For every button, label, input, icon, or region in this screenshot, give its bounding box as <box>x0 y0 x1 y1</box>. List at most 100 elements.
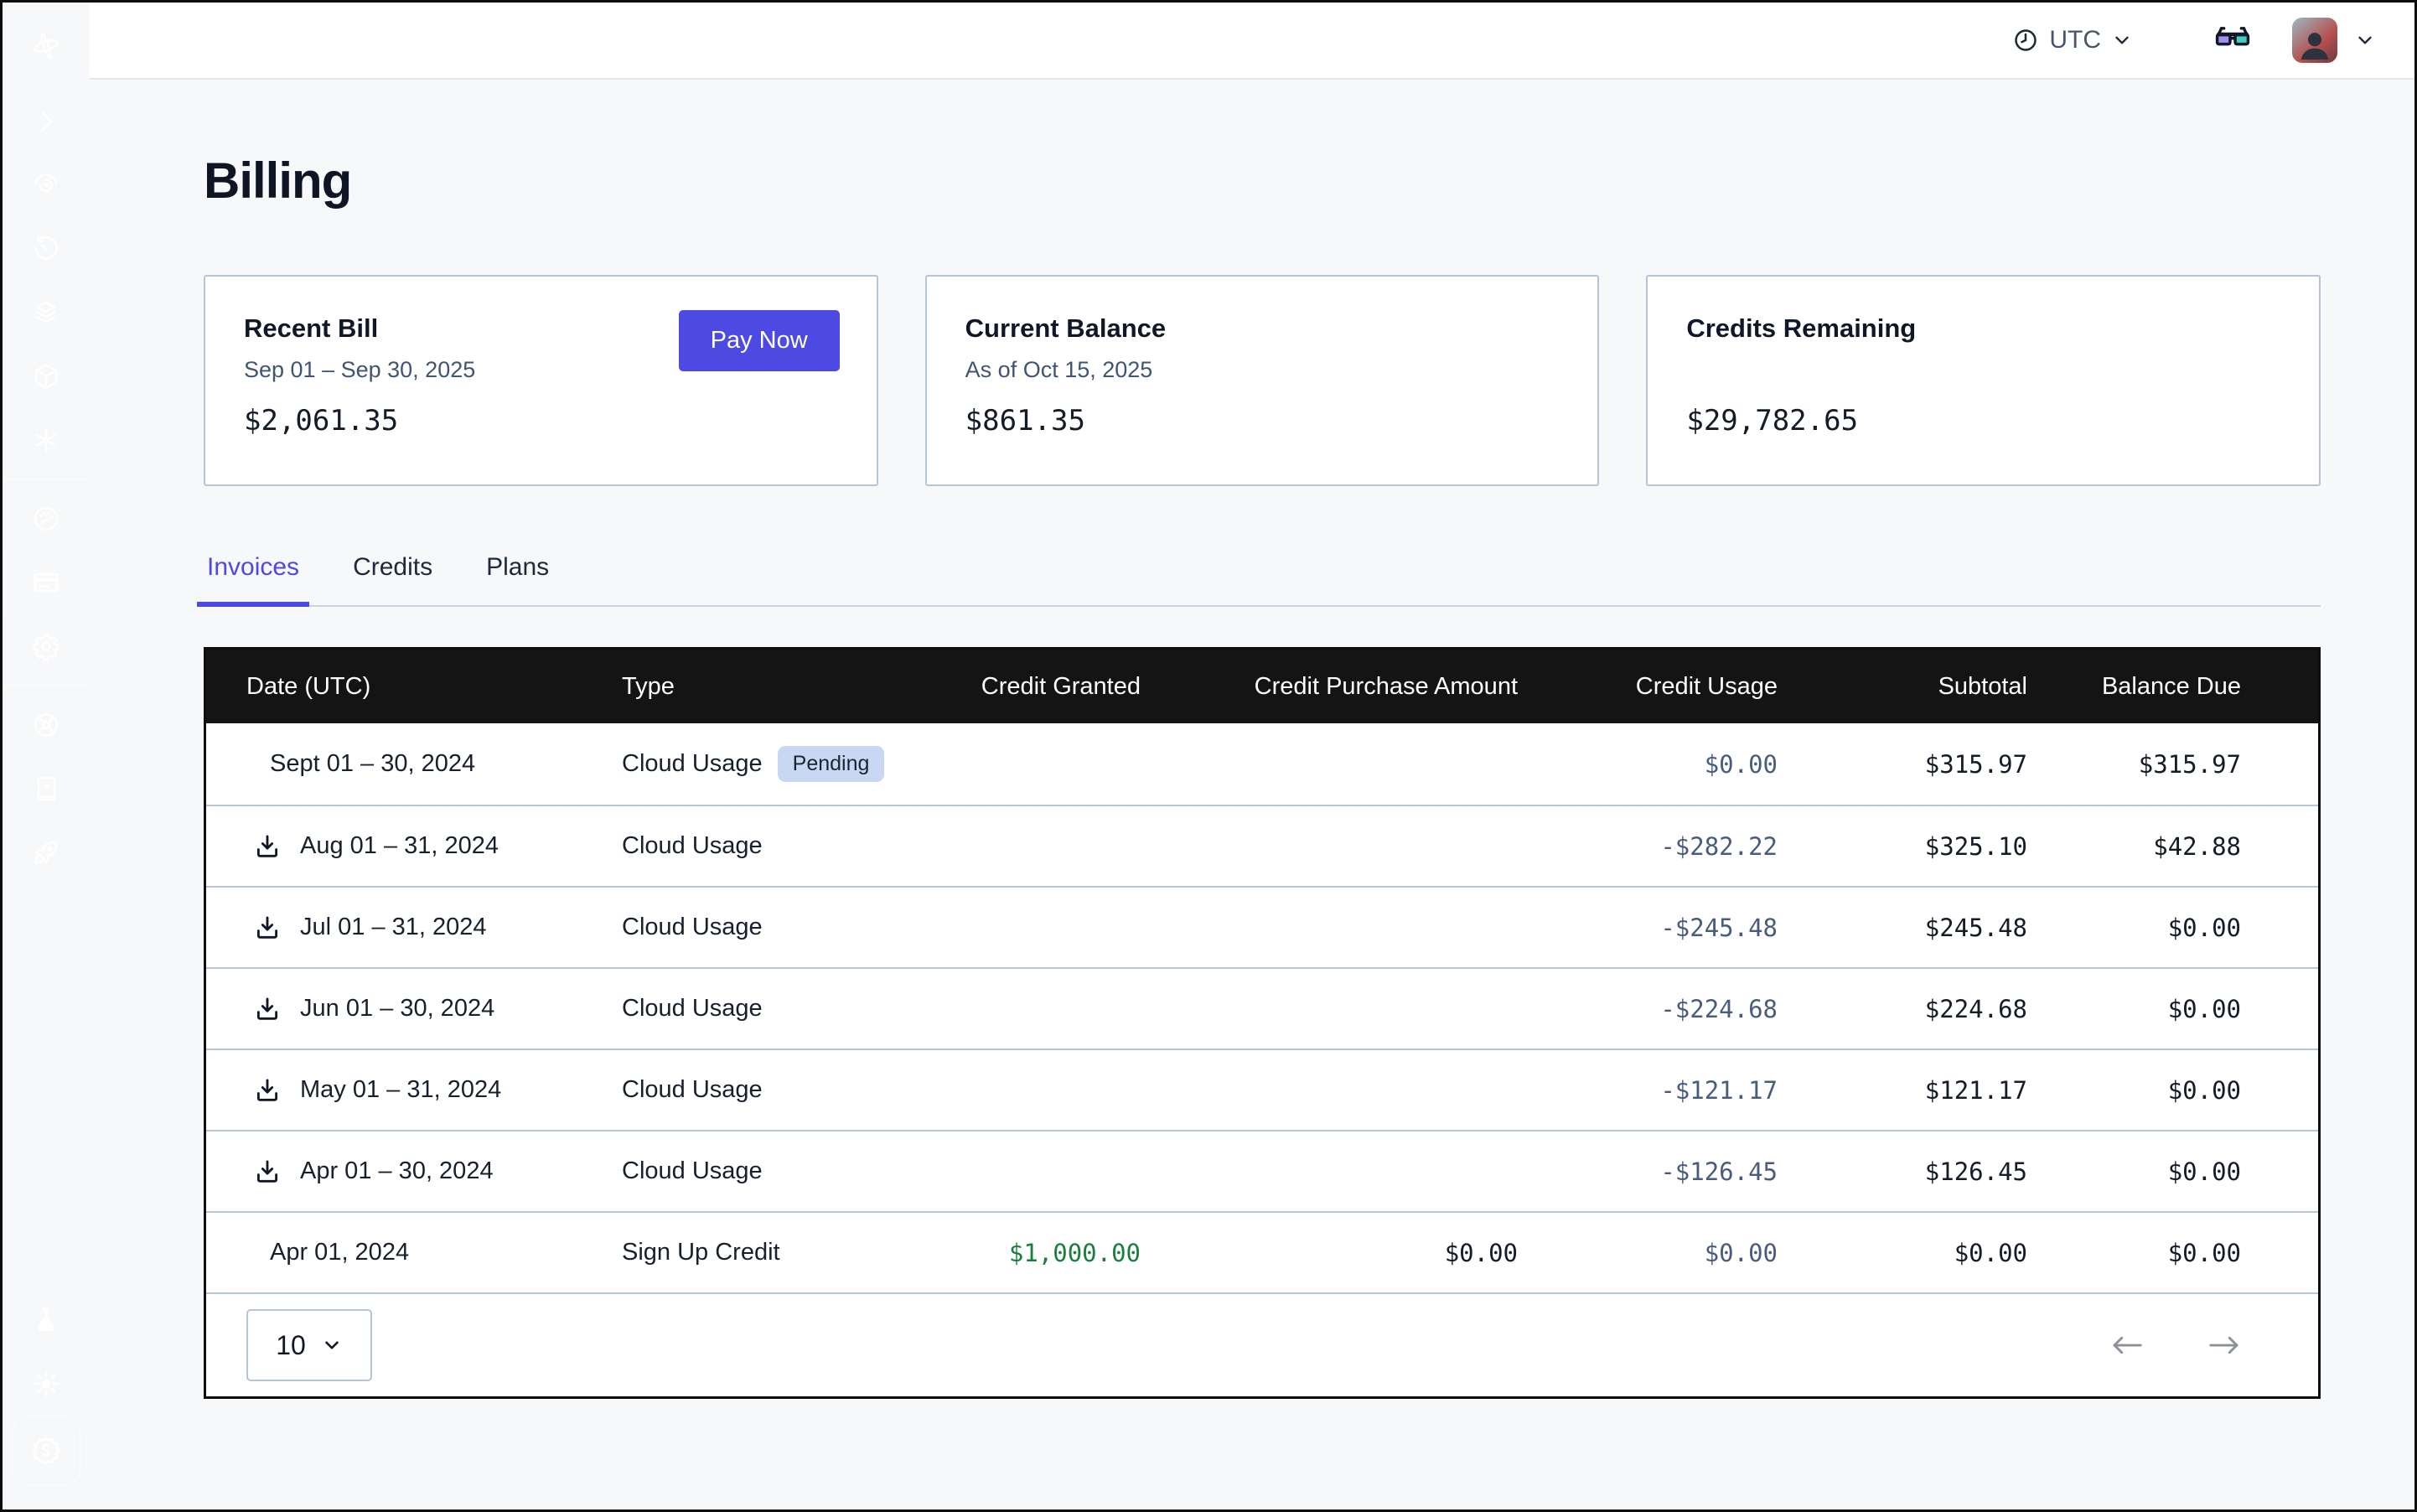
invoice-row: Jul 01 – 31, 2024Cloud Usage-$245.48$245… <box>206 886 2318 967</box>
invoice-type-cell: Cloud Usage <box>600 832 960 860</box>
invoice-type: Cloud Usage <box>622 750 763 778</box>
credit-purchase-value: $0.00 <box>1445 1239 1518 1267</box>
invoice-table: Date (UTC)TypeCredit GrantedCredit Purch… <box>204 647 2321 1399</box>
services-icon[interactable] <box>3 408 90 472</box>
invoice-row: Jun 01 – 30, 2024 Cloud Usage -$224.68 $224… <box>206 967 2318 1049</box>
current-balance-title: Current Balance <box>965 313 1560 344</box>
column-header: Balance Due <box>2027 673 2318 701</box>
labs-icon[interactable] <box>3 1288 90 1352</box>
credits-badge-button[interactable] <box>11 1416 81 1486</box>
recent-bill-amount: $2,061.35 <box>244 404 398 438</box>
invoice-row: Sept 01 – 30, 2024Cloud UsagePending$0.0… <box>206 723 2318 805</box>
packages-icon[interactable] <box>3 344 90 408</box>
credits-remaining-card: Credits Remaining $29,782.65 <box>1646 275 2321 486</box>
invoice-date: Jun 01 – 30, 2024 <box>300 995 494 1023</box>
summary-cards: Recent Bill Sep 01 – Sep 30, 2025 $2,061… <box>204 275 2321 486</box>
observe-icon[interactable] <box>3 153 90 217</box>
invoice-date-cell: Jul 01 – 31, 2024 <box>206 913 600 943</box>
credit-usage-value: $0.00 <box>1705 750 1778 779</box>
page-title: Billing <box>204 152 2321 210</box>
invoice-type-cell: Cloud Usage <box>600 995 960 1023</box>
tab-plans[interactable]: Plans <box>483 548 552 605</box>
invoice-date: Apr 01 – 30, 2024 <box>300 1157 494 1185</box>
download-invoice-button[interactable] <box>253 1075 283 1106</box>
credit-usage-value-cell: $0.00 <box>1518 1239 1778 1267</box>
column-header: Credit Purchase Amount <box>1141 673 1518 701</box>
previous-page-button[interactable] <box>2109 1333 2145 1358</box>
settings-icon[interactable] <box>3 614 90 678</box>
balance-due-value-cell: $0.00 <box>2027 1239 2318 1267</box>
balance-due-value-cell: $0.00 <box>2027 1157 2318 1186</box>
invoice-type-cell: Sign Up Credit <box>600 1239 960 1266</box>
invoice-row: Apr 01 – 30, 2024 Cloud Usage -$126.45 $126… <box>206 1130 2318 1211</box>
timezone-chevron-icon <box>2111 29 2133 51</box>
getting-started-icon[interactable] <box>3 821 90 884</box>
invoice-table-footer: 10 <box>206 1292 2318 1396</box>
credit-usage-value: -$224.68 <box>1660 995 1778 1023</box>
invoice-date-cell: Jun 01 – 30, 2024 <box>206 994 600 1024</box>
expand-sidebar-icon[interactable] <box>3 90 90 153</box>
invoice-date: Apr 01, 2024 <box>270 1239 409 1266</box>
usage-icon[interactable] <box>3 487 90 551</box>
subtotal-value-cell: $315.97 <box>1778 750 2027 779</box>
subtotal-value: $0.00 <box>1954 1239 2027 1267</box>
current-balance-as-of: As of Oct 15, 2025 <box>965 357 1560 383</box>
invoice-table-header: Date (UTC)TypeCredit GrantedCredit Purch… <box>206 650 2318 723</box>
credit-usage-value: -$121.17 <box>1660 1076 1778 1105</box>
invoice-type: Cloud Usage <box>622 995 763 1023</box>
credit-usage-value-cell: -$126.45 <box>1518 1157 1778 1186</box>
user-menu-button[interactable] <box>2354 29 2376 51</box>
history-icon[interactable] <box>3 217 90 281</box>
invoice-type-cell: Cloud Usage <box>600 1076 960 1104</box>
current-balance-card: Current Balance As of Oct 15, 2025 $861.… <box>925 275 1600 486</box>
billing-icon[interactable] <box>3 551 90 614</box>
subtotal-value: $325.10 <box>1925 832 2027 861</box>
invoice-row: May 01 – 31, 2024Cloud Usage-$121.17$121… <box>206 1049 2318 1130</box>
column-header: Type <box>600 673 960 701</box>
download-invoice-button[interactable] <box>253 831 283 862</box>
theme-toggle-icon[interactable] <box>3 1352 90 1416</box>
subtotal-value: $315.97 <box>1925 750 2027 779</box>
next-page-button[interactable] <box>2206 1333 2243 1358</box>
timezone-selector[interactable]: UTC <box>2012 26 2133 54</box>
download-invoice-button[interactable] <box>253 1157 283 1187</box>
topbar: UTC <box>90 3 2414 80</box>
pay-now-button[interactable]: Pay Now <box>679 310 840 371</box>
credit-usage-value-cell: -$224.68 <box>1518 995 1778 1023</box>
invoice-table-body: Sept 01 – 30, 2024Cloud UsagePending$0.0… <box>206 723 2318 1292</box>
invoice-type: Cloud Usage <box>622 1157 763 1185</box>
balance-due-value: $0.00 <box>2168 995 2241 1023</box>
tab-invoices[interactable]: Invoices <box>204 548 303 605</box>
clusters-icon[interactable] <box>3 281 90 344</box>
page-size-chevron-icon <box>321 1334 343 1356</box>
column-header: Credit Usage <box>1518 673 1778 701</box>
invoice-row: Aug 01 – 31, 2024Cloud Usage-$282.22$325… <box>206 805 2318 886</box>
timezone-label: UTC <box>2049 26 2101 54</box>
docs-icon[interactable] <box>3 757 90 821</box>
column-header: Subtotal <box>1778 673 2027 701</box>
support-icon[interactable] <box>3 693 90 757</box>
credit-usage-value-cell: -$245.48 <box>1518 914 1778 942</box>
tab-credits[interactable]: Credits <box>349 548 436 605</box>
recent-bill-card: Recent Bill Sep 01 – Sep 30, 2025 $2,061… <box>204 275 878 486</box>
main-content: Billing Recent Bill Sep 01 – Sep 30, 202… <box>90 80 2414 1509</box>
balance-due-value-cell: $0.00 <box>2027 1076 2318 1105</box>
page-size-select[interactable]: 10 <box>246 1309 372 1381</box>
reader-glasses-icon[interactable] <box>2213 21 2252 60</box>
credit-usage-value: -$282.22 <box>1660 832 1778 861</box>
subtotal-value: $224.68 <box>1925 995 2027 1023</box>
app-window: UTC Billing Recent Bill Sep 01 – Sep 30,… <box>0 0 2417 1512</box>
credits-remaining-amount: $29,782.65 <box>1686 404 1858 438</box>
download-invoice-button[interactable] <box>253 913 283 943</box>
download-invoice-button[interactable] <box>253 994 283 1024</box>
invoice-date: May 01 – 31, 2024 <box>300 1076 501 1104</box>
user-avatar[interactable] <box>2292 18 2337 63</box>
arrow-left-icon <box>2109 1333 2145 1358</box>
invoice-date: Jul 01 – 31, 2024 <box>300 914 487 941</box>
app-logo-icon[interactable] <box>3 3 90 90</box>
balance-due-value: $0.00 <box>2168 914 2241 942</box>
credit-purchase-value-cell: $0.00 <box>1141 1239 1518 1267</box>
subtotal-value: $126.45 <box>1925 1157 2027 1186</box>
credit-usage-value-cell: -$121.17 <box>1518 1076 1778 1105</box>
invoice-type-cell: Cloud Usage <box>600 1157 960 1185</box>
